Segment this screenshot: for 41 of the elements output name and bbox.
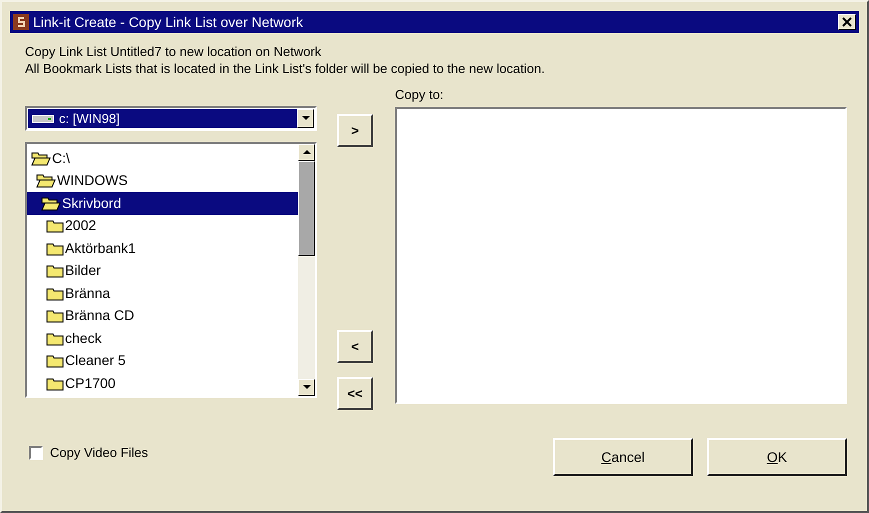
- folder-item[interactable]: Cleaner 5: [27, 350, 298, 372]
- folder-item[interactable]: check: [27, 327, 298, 350]
- drive-dropdown[interactable]: c: [WIN98]: [25, 106, 317, 131]
- folder-icon: [46, 353, 64, 368]
- open-folder-icon: [36, 173, 56, 188]
- move-button[interactable]: >: [337, 114, 373, 147]
- dialog-button[interactable]: Cancel: [553, 438, 693, 476]
- folder-item[interactable]: WINDOWS: [27, 170, 298, 192]
- folder-item[interactable]: Bilder: [27, 260, 298, 282]
- message-text: All Bookmark Lists that is located in the Link List's folder will be copied to the new location.: [25, 60, 546, 77]
- folder-icon: [46, 240, 64, 256]
- folder-icon: [46, 286, 64, 301]
- app-icon: [13, 14, 29, 30]
- move-button[interactable]: <: [337, 330, 373, 363]
- message-text: Copy Link List Untitled7 to new location on Network: [25, 43, 322, 60]
- window-title: Link-it Create - Copy Link List over Network: [33, 12, 304, 32]
- scroll-up-icon[interactable]: [302, 150, 310, 155]
- close-button[interactable]: [838, 14, 856, 30]
- folder-item[interactable]: 2002: [27, 214, 298, 237]
- open-folder-icon: [31, 150, 51, 166]
- scroll-down-icon[interactable]: [302, 385, 310, 390]
- checkbox-label: Copy Video Files: [50, 444, 148, 462]
- checkbox[interactable]: [29, 446, 43, 460]
- open-folder-icon: [41, 196, 61, 211]
- drive-value: c: [WIN98]: [59, 110, 120, 128]
- dialog-button[interactable]: OK: [707, 438, 847, 476]
- folder-item[interactable]: CP1700: [27, 372, 298, 394]
- folder-icon: [46, 263, 64, 278]
- folder-icon: [46, 308, 64, 324]
- folder-item[interactable]: Skrivbord: [27, 192, 298, 214]
- folder-item[interactable]: Aktörbank1: [27, 237, 298, 260]
- folder-icon: [46, 330, 64, 346]
- folder-item[interactable]: Bränna CD: [27, 304, 298, 327]
- folder-item[interactable]: Bränna: [27, 282, 298, 304]
- scrollbar[interactable]: [298, 144, 315, 396]
- copy-to-label: Copy to:: [395, 86, 444, 104]
- folder-icon: [46, 218, 64, 234]
- move-button[interactable]: <<: [337, 377, 373, 410]
- folder-icon: [46, 376, 64, 391]
- drive-icon: [32, 114, 54, 124]
- folder-item[interactable]: C:\: [27, 147, 298, 170]
